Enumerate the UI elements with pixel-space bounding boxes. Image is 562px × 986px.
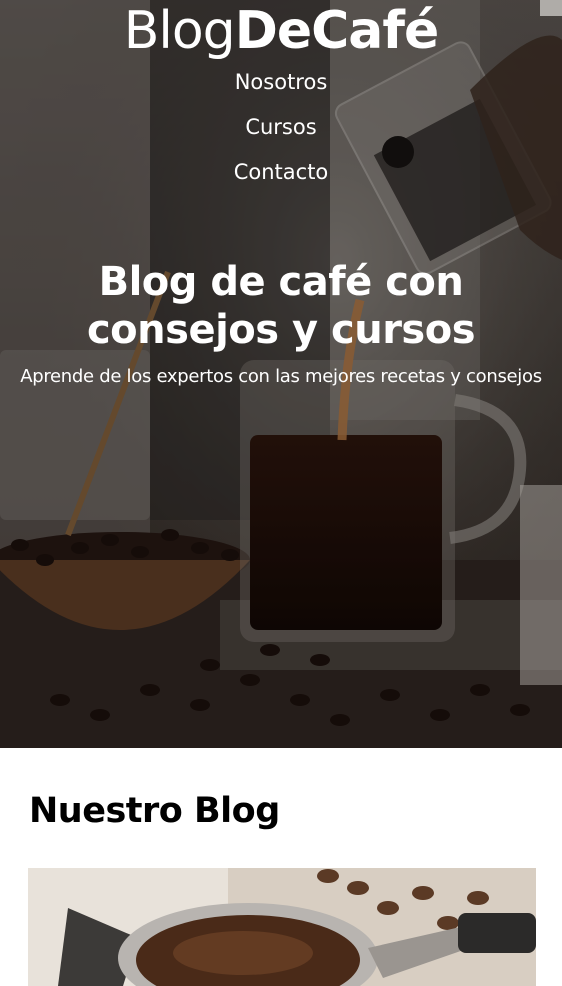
hero-subtitle: Aprende de los expertos con las mejores … xyxy=(20,366,542,387)
blog-post-image[interactable] xyxy=(28,868,536,986)
main-navigation: Nosotros Cursos Contacto xyxy=(0,60,562,195)
nav-link-nosotros[interactable]: Nosotros xyxy=(0,60,562,105)
blog-section-title: Nuestro Blog xyxy=(29,791,280,831)
site-logo[interactable]: BlogDeCafé xyxy=(0,0,562,62)
nav-link-cursos[interactable]: Cursos xyxy=(0,105,562,150)
blog-section: Nuestro Blog xyxy=(0,748,562,986)
nav-link-contacto[interactable]: Contacto xyxy=(0,150,562,195)
logo-text-light: Blog xyxy=(123,1,236,61)
hero-title: Blog de café con consejos y cursos xyxy=(86,259,476,353)
coffee-grounds-image xyxy=(28,868,536,986)
hero-header: BlogDeCafé Nosotros Cursos Contacto Blog… xyxy=(0,0,562,748)
logo-text-bold: DeCafé xyxy=(234,1,440,61)
